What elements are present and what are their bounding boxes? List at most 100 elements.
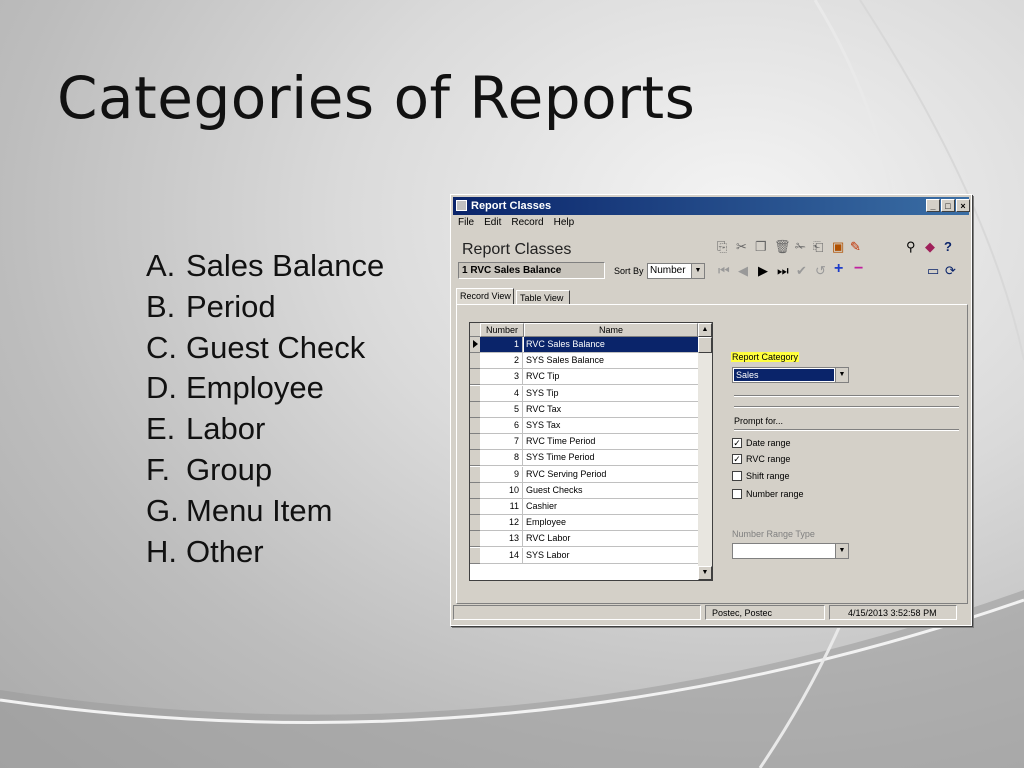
column-header-number[interactable]: Number: [480, 323, 524, 337]
row-selector[interactable]: [470, 353, 480, 370]
row-name-cell: RVC Labor: [526, 533, 571, 544]
monitor-icon[interactable]: ▭: [927, 264, 939, 278]
column-header-name[interactable]: Name: [524, 323, 698, 337]
report-classes-grid: Number Name 1 RVC Sales Balance 2 SYS Sales…: [469, 322, 713, 581]
previous-record-icon[interactable]: ◀: [738, 264, 748, 278]
table-row[interactable]: 5 RVC Tax: [480, 401, 698, 418]
table-row[interactable]: 9 RVC Serving Period: [480, 466, 698, 483]
row-number-cell: 10: [480, 482, 523, 498]
divider: [734, 429, 959, 431]
table-row[interactable]: 2 SYS Sales Balance: [480, 353, 698, 370]
table-row[interactable]: 4 SYS Tip: [480, 385, 698, 402]
clipboard-icon[interactable]: ▣: [832, 240, 844, 254]
row-selector[interactable]: [470, 499, 480, 515]
status-panel-message: [453, 605, 701, 620]
row-name-cell: RVC Tax: [526, 403, 562, 414]
row-selector[interactable]: [470, 482, 480, 499]
close-button[interactable]: ×: [956, 199, 970, 212]
sort-by-select[interactable]: Number ▼: [647, 263, 705, 279]
table-row[interactable]: 12 Employee: [480, 515, 698, 532]
prompt-for-label: Prompt for...: [734, 416, 784, 426]
table-row[interactable]: 13 RVC Labor: [480, 531, 698, 548]
scroll-thumb[interactable]: [698, 337, 712, 353]
scissors-icon[interactable]: ✁: [795, 240, 806, 254]
report-category-select[interactable]: Sales ▼: [732, 367, 849, 383]
minimize-button[interactable]: _: [926, 199, 940, 212]
row-name-cell: SYS Time Period: [526, 452, 595, 463]
pencil-icon[interactable]: ✎: [850, 240, 861, 254]
tab-record-view[interactable]: Record View: [456, 288, 514, 305]
report-classes-window: Report Classes _ □ × File Edit Record Help …: [450, 194, 972, 626]
window-title: Report Classes: [471, 200, 552, 212]
add-record-icon[interactable]: +: [834, 261, 843, 277]
row-selector[interactable]: [470, 401, 480, 418]
list-item: F. Group: [146, 451, 273, 487]
maximize-button[interactable]: □: [941, 199, 955, 212]
sort-by-value: Number: [650, 265, 686, 276]
row-number-cell: 6: [480, 418, 523, 433]
table-row[interactable]: 1 RVC Sales Balance: [480, 337, 698, 353]
shift-range-checkbox[interactable]: [732, 471, 742, 481]
list-item: C. Guest Check: [146, 329, 366, 365]
cut-icon[interactable]: ✂: [736, 240, 747, 254]
row-selector[interactable]: [470, 547, 480, 564]
row-name-cell: Employee: [526, 517, 567, 528]
undo-icon[interactable]: ↺: [815, 264, 826, 278]
first-record-icon[interactable]: ⏮: [718, 264, 730, 278]
menu-file[interactable]: File: [453, 217, 479, 228]
table-row[interactable]: 3 RVC Tip: [480, 369, 698, 386]
row-name-cell: SYS Labor: [526, 549, 570, 560]
number-range-type-label: Number Range Type: [732, 529, 815, 539]
help-icon[interactable]: ?: [944, 240, 952, 254]
copy-icon[interactable]: ❐: [755, 240, 767, 254]
row-selector[interactable]: [470, 369, 480, 386]
row-selector[interactable]: [470, 385, 480, 402]
row-selector[interactable]: [470, 434, 480, 451]
scroll-down-arrow-icon[interactable]: ▼: [698, 566, 712, 580]
row-selector[interactable]: [470, 531, 480, 548]
refresh-icon[interactable]: ⟳: [945, 264, 956, 278]
chevron-down-icon[interactable]: ▼: [691, 264, 704, 278]
menu-bar: File Edit Record Help: [453, 217, 579, 233]
chevron-down-icon[interactable]: ▼: [835, 368, 848, 382]
table-row[interactable]: 7 RVC Time Period: [480, 434, 698, 451]
menu-record[interactable]: Record: [506, 217, 548, 228]
menu-help[interactable]: Help: [549, 217, 580, 228]
menu-edit[interactable]: Edit: [479, 217, 506, 228]
row-name-cell: RVC Time Period: [526, 436, 596, 447]
rvc-range-label: RVC range: [746, 454, 791, 464]
save-check-icon[interactable]: ✔: [796, 264, 807, 278]
binoculars-icon[interactable]: ⚲: [906, 240, 916, 254]
delete-icon[interactable]: 🗑: [774, 240, 791, 254]
first-toolbar-icon[interactable]: ⎘: [717, 240, 727, 254]
rvc-range-checkbox[interactable]: ✓: [732, 454, 742, 464]
scroll-up-arrow-icon[interactable]: ▲: [698, 323, 712, 337]
row-number-cell: 13: [480, 531, 523, 547]
title-bar[interactable]: Report Classes _ □ ×: [453, 197, 970, 215]
next-record-icon[interactable]: ▶: [758, 264, 768, 278]
chevron-down-icon[interactable]: ▼: [835, 544, 848, 558]
table-row[interactable]: 6 SYS Tax: [480, 418, 698, 434]
number-range-type-select[interactable]: ▼: [732, 543, 849, 559]
row-name-cell: RVC Tip: [526, 371, 560, 382]
table-row[interactable]: 8 SYS Time Period: [480, 450, 698, 467]
row-selector[interactable]: [470, 466, 480, 483]
table-row[interactable]: 10 Guest Checks: [480, 482, 698, 499]
number-range-checkbox[interactable]: [732, 489, 742, 499]
date-range-checkbox[interactable]: ✓: [732, 438, 742, 448]
book-icon[interactable]: ◆: [925, 240, 935, 254]
status-bar: Postec, Postec 4/15/2013 3:52:58 PM: [453, 604, 969, 622]
row-selector[interactable]: [470, 337, 480, 353]
last-record-icon[interactable]: ⏭: [777, 264, 789, 278]
paste-icon[interactable]: ⎗: [813, 240, 823, 254]
row-selector[interactable]: [470, 450, 480, 467]
grid-vertical-scrollbar[interactable]: ▲ ▼: [698, 323, 712, 580]
row-selector[interactable]: [470, 418, 480, 434]
table-row[interactable]: 14 SYS Labor: [480, 547, 698, 564]
row-selector[interactable]: [470, 515, 480, 532]
table-row[interactable]: 11 Cashier: [480, 499, 698, 515]
form-title: Report Classes: [462, 241, 572, 258]
row-number-cell: 9: [480, 466, 523, 482]
tab-table-view[interactable]: Table View: [516, 290, 570, 305]
remove-record-icon[interactable]: −: [854, 261, 863, 277]
